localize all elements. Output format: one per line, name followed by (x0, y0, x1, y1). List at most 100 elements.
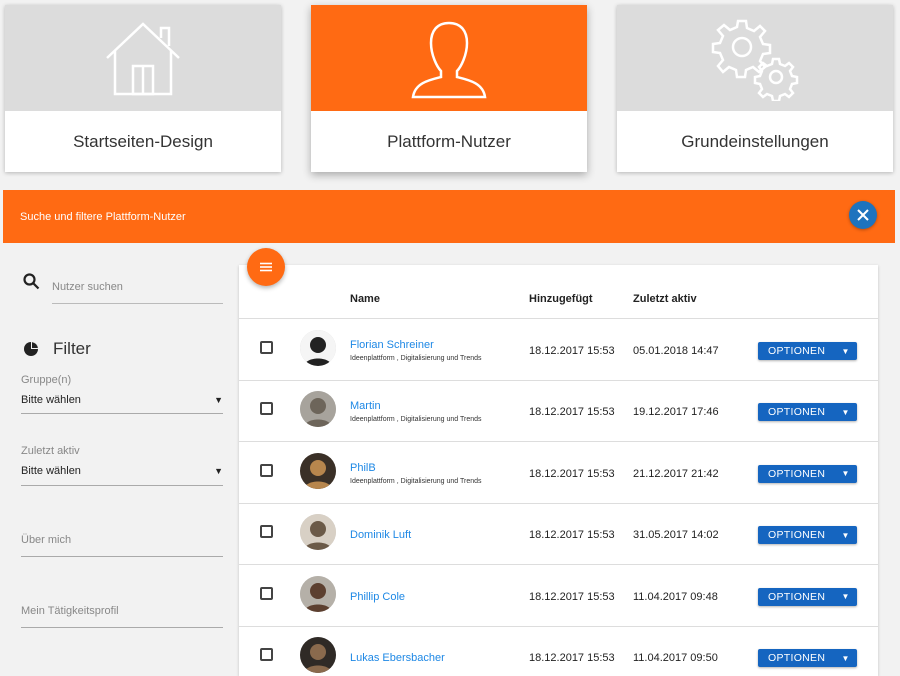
row-checkbox[interactable] (260, 341, 273, 354)
options-button[interactable]: OPTIONEN ▼ (758, 526, 857, 545)
dropdown-arrow-icon: ▼ (214, 395, 223, 405)
caret-down-icon[interactable]: ▼ (834, 654, 857, 663)
added-date: 18.12.2017 15:53 (529, 652, 615, 664)
added-date: 18.12.2017 15:53 (529, 345, 615, 357)
avatar (300, 637, 336, 673)
added-date: 18.12.2017 15:53 (529, 590, 615, 603)
user-groups: Ideenplattform , Digitalisierung und Tre… (350, 355, 482, 362)
table-row: Martin Ideenplattform , Digitalisierung u… (239, 381, 878, 443)
table-row: Phillip Cole 18.12.2017 15:53 11.04.2017 0… (239, 566, 878, 627)
search-input-wrapper (52, 277, 223, 304)
tile-label: Plattform-Nutzer (387, 131, 511, 151)
search-filter-header: Suche und filtere Plattform-Nutzer (3, 190, 895, 243)
field-label: Zuletzt aktiv (21, 445, 80, 457)
caret-down-icon[interactable]: ▼ (834, 592, 857, 601)
tile-label: Startseiten-Design (73, 131, 213, 151)
caret-down-icon[interactable]: ▼ (834, 347, 857, 356)
last-active-date: 31.05.2017 14:02 (633, 529, 719, 542)
options-button[interactable]: OPTIONEN ▼ (758, 649, 857, 667)
tile-grundeinstellungen[interactable]: Grundeinstellungen (617, 5, 893, 172)
taetigkeitsprofil-field[interactable]: Mein Tätigkeitsprofil (21, 605, 223, 628)
options-label: OPTIONEN (768, 467, 826, 480)
user-name-link[interactable]: Martin (350, 400, 381, 412)
caret-down-icon[interactable]: ▼ (834, 408, 857, 417)
user-name-link[interactable]: Phillip Cole (350, 591, 405, 603)
user-silhouette-icon (411, 21, 487, 99)
user-name-link[interactable]: Lukas Ebersbacher (350, 652, 445, 664)
user-name-link[interactable]: Florian Schreiner (350, 339, 434, 351)
options-button[interactable]: OPTIONEN ▼ (758, 342, 857, 360)
filter-sidebar: Filter Gruppe(n) Bitte wählen ▼ Zuletzt … (3, 243, 239, 676)
last-active-date: 11.04.2017 09:48 (633, 590, 718, 603)
last-active-date: 21.12.2017 21:42 (633, 467, 719, 480)
menu-button[interactable] (247, 248, 285, 286)
gruppe-select[interactable]: Gruppe(n) Bitte wählen ▼ (21, 374, 223, 414)
menu-icon (260, 262, 272, 272)
table-row: Dominik Luft 18.12.2017 15:53 31.05.2017 1… (239, 504, 878, 566)
options-label: OPTIONEN (768, 590, 826, 603)
tile-plattform-nutzer[interactable]: Plattform-Nutzer (311, 5, 587, 172)
table-row: PhilB Ideenplattform , Digitalisierung un… (239, 443, 878, 504)
added-date: 18.12.2017 15:53 (529, 467, 615, 480)
avatar (300, 391, 336, 428)
zuletzt-aktiv-select[interactable]: Zuletzt aktiv Bitte wählen ▼ (21, 445, 223, 486)
row-checkbox[interactable] (260, 648, 273, 661)
users-table: Name Hinzugefügt Zuletzt aktiv Florian S… (239, 265, 878, 676)
select-value: Bitte wählen (21, 465, 81, 477)
caret-down-icon[interactable]: ▼ (834, 531, 857, 540)
table-header: Name Hinzugefügt Zuletzt aktiv (239, 265, 878, 319)
column-header-name[interactable]: Name (350, 293, 380, 305)
column-header-last-active[interactable]: Zuletzt aktiv (633, 293, 697, 305)
user-groups: Ideenplattform , Digitalisierung und Tre… (350, 416, 482, 424)
ueber-mich-field[interactable]: Über mich (21, 534, 223, 557)
dropdown-arrow-icon: ▼ (214, 466, 223, 476)
table-row: Florian Schreiner Ideenplattform , Digita… (239, 320, 878, 381)
field-label: Mein Tätigkeitsprofil (21, 605, 119, 617)
filter-title: Filter (53, 339, 91, 358)
row-checkbox[interactable] (260, 402, 273, 416)
tile-icon-area (311, 5, 587, 111)
row-checkbox[interactable] (260, 463, 273, 477)
options-label: OPTIONEN (768, 406, 826, 419)
tile-startseiten-design[interactable]: Startseiten-Design (5, 5, 281, 172)
user-name-link[interactable]: PhilB (350, 462, 376, 474)
last-active-date: 05.01.2018 14:47 (633, 345, 719, 357)
select-value: Bitte wählen (21, 394, 81, 406)
field-label: Gruppe(n) (21, 374, 72, 386)
column-header-added[interactable]: Hinzugefügt (529, 293, 593, 305)
options-label: OPTIONEN (768, 652, 826, 664)
gears-icon (711, 19, 799, 101)
tile-icon-area (5, 5, 281, 111)
tile-icon-area (617, 5, 893, 111)
row-checkbox[interactable] (260, 586, 273, 600)
select-row: Bitte wählen ▼ (21, 461, 223, 481)
pie-chart-icon (24, 342, 38, 356)
options-label: OPTIONEN (768, 529, 826, 542)
close-button[interactable] (849, 201, 877, 229)
table-row: Lukas Ebersbacher 18.12.2017 15:53 11.04.2… (239, 627, 878, 676)
options-button[interactable]: OPTIONEN ▼ (758, 403, 857, 422)
options-button[interactable]: OPTIONEN ▼ (758, 464, 857, 483)
house-icon (106, 22, 180, 96)
close-icon (857, 209, 869, 221)
avatar (300, 330, 336, 366)
added-date: 18.12.2017 15:53 (529, 529, 615, 542)
field-label: Über mich (21, 534, 72, 546)
user-name-link[interactable]: Dominik Luft (350, 529, 411, 541)
last-active-date: 19.12.2017 17:46 (633, 406, 719, 419)
options-button[interactable]: OPTIONEN ▼ (758, 587, 857, 606)
avatar (300, 452, 336, 489)
tile-label: Grundeinstellungen (681, 131, 829, 151)
filter-heading: Filter (23, 339, 91, 359)
search-input[interactable] (52, 277, 223, 293)
header-title: Suche und filtere Plattform-Nutzer (20, 211, 186, 223)
caret-down-icon[interactable]: ▼ (834, 469, 857, 478)
added-date: 18.12.2017 15:53 (529, 406, 615, 419)
search-icon (23, 273, 40, 290)
last-active-date: 11.04.2017 09:50 (633, 652, 718, 664)
avatar (300, 514, 336, 551)
row-checkbox[interactable] (260, 525, 273, 539)
user-groups: Ideenplattform , Digitalisierung und Tre… (350, 477, 482, 485)
select-row: Bitte wählen ▼ (21, 390, 223, 410)
avatar (300, 575, 336, 612)
